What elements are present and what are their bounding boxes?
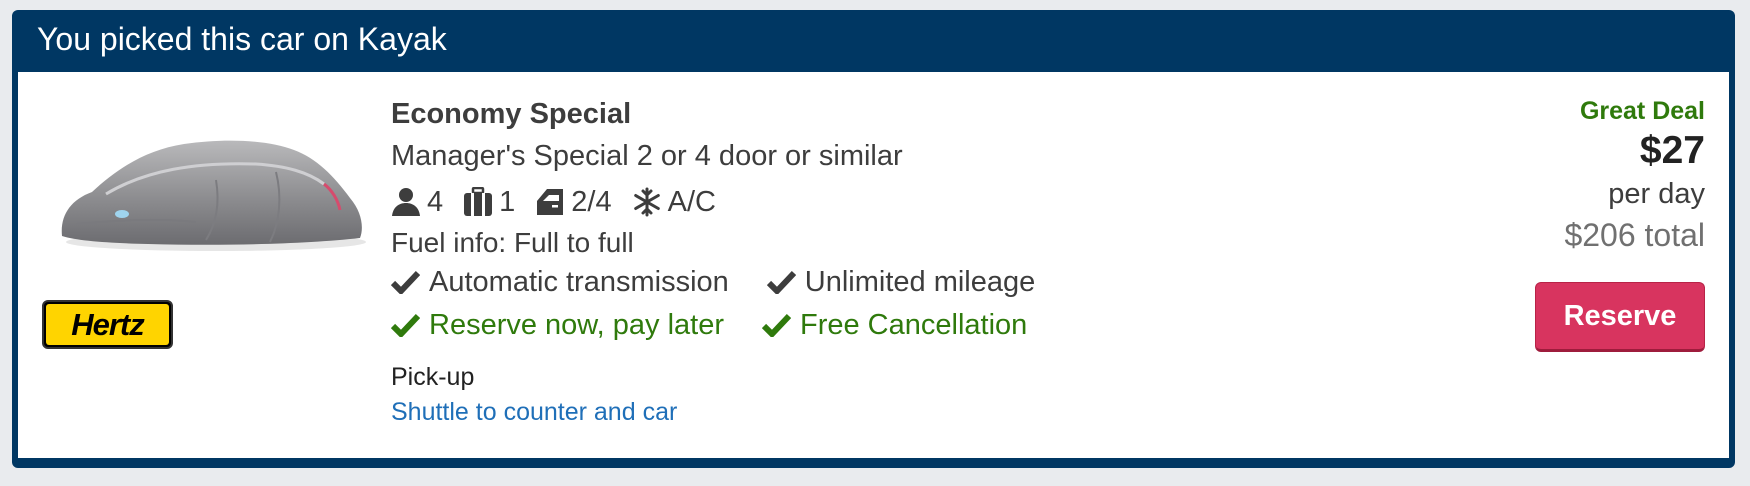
reserve-button[interactable]: Reserve xyxy=(1535,282,1705,352)
pickup-shuttle-link[interactable]: Shuttle to counter and car xyxy=(391,398,677,426)
amenities-row: Automatic transmission Unlimited mileage xyxy=(391,262,1291,302)
covered-car-image xyxy=(61,140,366,251)
amenity-mileage: Unlimited mileage xyxy=(766,265,1036,299)
policy-pay-later: Reserve now, pay later xyxy=(391,309,724,342)
card-header-title: You picked this car on Kayak xyxy=(37,21,447,57)
passengers-count: 4 xyxy=(427,185,444,218)
amenity-automatic-label: Automatic transmission xyxy=(429,265,729,298)
bags-feature: 1 xyxy=(463,186,515,219)
luggage-icon xyxy=(464,187,493,216)
snowflake-icon xyxy=(633,187,660,217)
checkmark-icon xyxy=(391,270,420,294)
deal-badge: Great Deal xyxy=(1579,97,1705,125)
ac-label: A/C xyxy=(667,185,716,218)
car-model-name: Manager's Special 2 or 4 door or similar xyxy=(391,140,903,172)
car-door-icon xyxy=(537,189,564,215)
car-result-card: You picked this car on Kayak Hertz Econo… xyxy=(12,10,1735,468)
person-icon xyxy=(392,188,420,216)
doors-count: 2/4 xyxy=(571,185,612,218)
amenity-automatic: Automatic transmission xyxy=(391,266,729,299)
daily-price: $27 xyxy=(1639,129,1705,172)
policy-free-cancellation: Free Cancellation xyxy=(761,308,1028,342)
amenity-mileage-label: Unlimited mileage xyxy=(804,265,1036,298)
bags-count: 1 xyxy=(499,185,516,218)
passengers-feature: 4 xyxy=(391,186,443,219)
ac-feature: A/C xyxy=(632,186,716,219)
per-day-label: per day xyxy=(1608,178,1705,210)
hertz-logo: Hertz xyxy=(42,300,173,349)
pickup-label: Pick-up xyxy=(391,363,475,391)
checkmark-icon xyxy=(761,313,791,337)
car-features: 4 1 2/4 A/C xyxy=(391,180,1291,224)
hertz-logo-text: Hertz xyxy=(46,304,169,345)
price-column: Great Deal $27 per day $206 total Reserv… xyxy=(1405,94,1705,352)
car-info: Economy Special Manager's Special 2 or 4… xyxy=(391,94,1291,430)
checkmark-icon xyxy=(391,313,420,337)
checkmark-icon xyxy=(766,270,796,294)
total-price: $206 total xyxy=(1564,217,1705,253)
fuel-info: Fuel info: Full to full xyxy=(391,227,634,258)
doors-feature: 2/4 xyxy=(535,185,612,219)
policies-row: Reserve now, pay later Free Cancellation xyxy=(391,302,1291,348)
car-class-title: Economy Special xyxy=(391,98,632,130)
policy-pay-later-label: Reserve now, pay later xyxy=(429,308,724,341)
policy-free-cancellation-label: Free Cancellation xyxy=(799,308,1028,341)
card-body: Hertz Economy Special Manager's Special … xyxy=(18,72,1729,458)
